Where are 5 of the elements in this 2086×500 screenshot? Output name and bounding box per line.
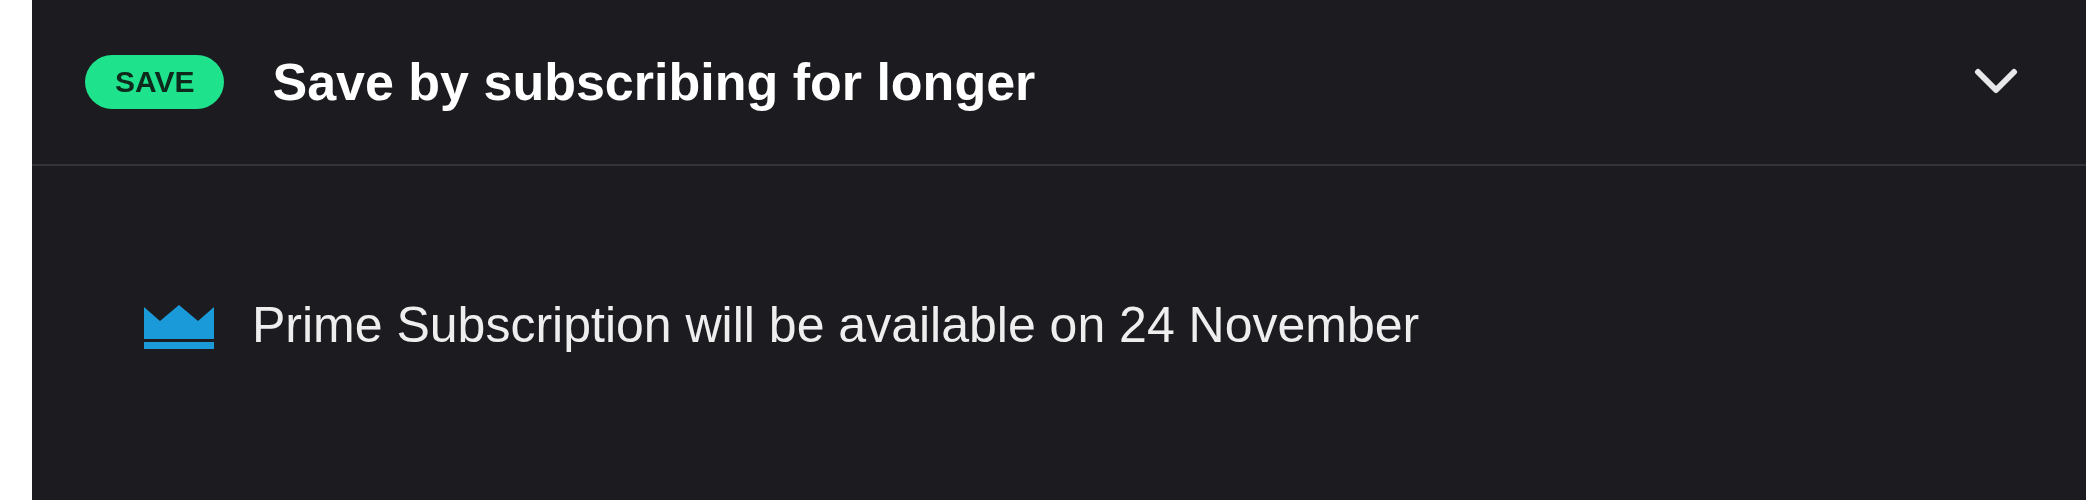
- accordion-title: Save by subscribing for longer: [272, 52, 1036, 113]
- chevron-icon: [1974, 68, 2018, 96]
- crown-icon: [142, 302, 216, 349]
- save-badge: SAVE: [85, 55, 225, 109]
- availability-notice: Prime Subscription will be available on 24 November: [252, 296, 1420, 355]
